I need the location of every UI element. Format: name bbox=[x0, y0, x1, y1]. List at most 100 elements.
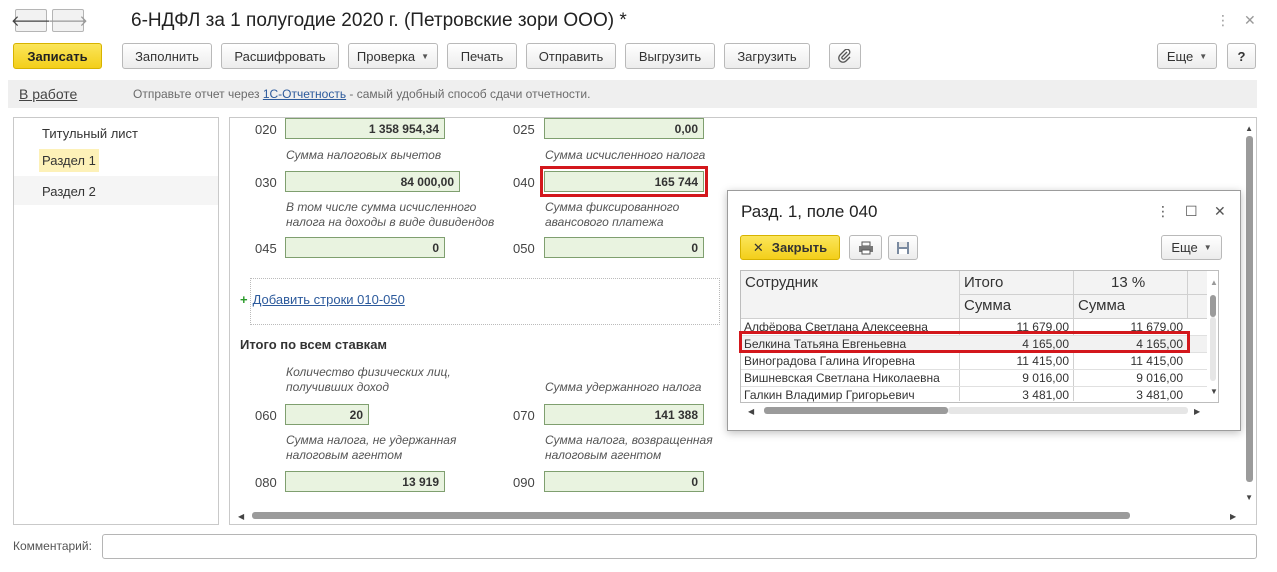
grid-horizontal-scrollbar[interactable] bbox=[764, 407, 948, 414]
close-icon[interactable]: ✕ bbox=[1214, 203, 1226, 220]
field-070[interactable]: 141 388 bbox=[544, 404, 704, 425]
arrow-left-icon: 🡐 bbox=[10, 13, 52, 30]
code-045: 045 bbox=[255, 241, 277, 256]
field-080[interactable]: 13 919 bbox=[285, 471, 445, 492]
popup-more-label: Еще bbox=[1171, 240, 1198, 255]
table-row-name[interactable]: Галкин Владимир Григорьевич bbox=[744, 388, 915, 402]
col-employee[interactable]: Сотрудник bbox=[745, 274, 818, 291]
label-050: Сумма фиксированного авансового платежа bbox=[545, 200, 680, 229]
grid-scroll-left-icon[interactable]: ◀ bbox=[748, 407, 754, 416]
more-vert-icon[interactable]: ⋮ bbox=[1156, 203, 1170, 220]
fill-button-label: Заполнить bbox=[135, 48, 199, 64]
info-text-before: Отправьте отчет через bbox=[133, 87, 263, 101]
grid-vertical-scrollbar[interactable] bbox=[1210, 295, 1216, 317]
table-row-rate13: 11 415,00 bbox=[1130, 354, 1184, 368]
info-text-after: - самый удобный способ сдачи отчетности. bbox=[346, 87, 591, 101]
window-title: 6-НДФЛ за 1 полугодие 2020 г. (Петровски… bbox=[131, 10, 627, 31]
grid-scroll-down-icon[interactable]: ▼ bbox=[1210, 387, 1218, 396]
horizontal-scrollbar[interactable] bbox=[252, 512, 1130, 519]
popup-save-button[interactable] bbox=[888, 235, 918, 260]
info-text: Отправьте отчет через 1С-Отчетность - са… bbox=[133, 87, 590, 101]
forward-button[interactable]: 🡒 bbox=[48, 9, 88, 32]
import-button-label: Загрузить bbox=[737, 48, 797, 64]
table-row-total: 11 415,00 bbox=[1016, 354, 1070, 368]
comment-label: Комментарий: bbox=[13, 539, 92, 553]
code-070: 070 bbox=[513, 408, 535, 423]
field-050[interactable]: 0 bbox=[544, 237, 704, 258]
field-045[interactable]: 0 bbox=[285, 237, 445, 258]
sidebar-item-title-page[interactable]: Титульный лист bbox=[42, 126, 138, 141]
table-row-name[interactable]: Вишневская Светлана Николаевна bbox=[744, 371, 940, 385]
table-row-total: 3 481,00 bbox=[1022, 388, 1069, 402]
caret-down-icon: ▼ bbox=[421, 51, 430, 61]
send-button-label: Отправить bbox=[538, 48, 604, 64]
grid-scroll-right-icon[interactable]: ▶ bbox=[1194, 407, 1200, 416]
scroll-down-icon[interactable]: ▼ bbox=[1245, 493, 1253, 502]
fill-button[interactable]: Заполнить bbox=[122, 43, 212, 69]
send-button[interactable]: Отправить bbox=[526, 43, 616, 69]
popup-more-button[interactable]: Еще ▼ bbox=[1161, 235, 1222, 260]
print-button[interactable]: Печать bbox=[447, 43, 517, 69]
label-040: Сумма исчисленного налога bbox=[545, 148, 706, 162]
more-button-label: Еще bbox=[1166, 48, 1194, 64]
attach-button[interactable] bbox=[829, 43, 861, 69]
comment-input[interactable] bbox=[102, 534, 1257, 559]
popup-print-button[interactable] bbox=[849, 235, 882, 260]
field-025[interactable]: 0,00 bbox=[544, 118, 704, 139]
close-x-icon: ✕ bbox=[752, 239, 764, 255]
section-title-totals: Итого по всем ставкам bbox=[240, 337, 388, 352]
field-030[interactable]: 84 000,00 bbox=[285, 171, 460, 192]
field-020[interactable]: 1 358 954,34 bbox=[285, 118, 445, 139]
scroll-right-icon[interactable]: ▶ bbox=[1230, 512, 1236, 521]
sidebar-item-section-1[interactable]: Раздел 1 bbox=[39, 149, 99, 172]
popup-close-label: Закрыть bbox=[771, 240, 828, 255]
more-button[interactable]: Еще ▼ bbox=[1157, 43, 1217, 69]
table-row-rate13: 3 481,00 bbox=[1136, 388, 1183, 402]
vertical-scrollbar[interactable] bbox=[1246, 136, 1253, 482]
col-sum-1[interactable]: Сумма bbox=[964, 297, 1011, 314]
save-button[interactable]: Записать bbox=[13, 43, 102, 69]
check-button-label: Проверка bbox=[356, 48, 416, 64]
code-090: 090 bbox=[513, 475, 535, 490]
grid-scroll-up-icon[interactable]: ▲ bbox=[1210, 278, 1218, 287]
col-rate-13[interactable]: 13 % bbox=[1111, 274, 1145, 291]
code-050: 050 bbox=[513, 241, 535, 256]
decode-button[interactable]: Расшифровать bbox=[221, 43, 339, 69]
col-total[interactable]: Итого bbox=[964, 274, 1003, 291]
export-button-label: Выгрузить bbox=[638, 48, 702, 64]
reporting-link[interactable]: 1С-Отчетность bbox=[263, 87, 346, 101]
export-button[interactable]: Выгрузить bbox=[625, 43, 715, 69]
check-button[interactable]: Проверка ▼ bbox=[348, 43, 438, 69]
row-divider bbox=[741, 369, 1207, 370]
code-080: 080 bbox=[255, 475, 277, 490]
sidebar-item-section-2[interactable]: Раздел 2 bbox=[42, 184, 96, 199]
caret-down-icon: ▼ bbox=[1199, 51, 1208, 61]
table-row-name[interactable]: Виноградова Галина Игоревна bbox=[744, 354, 915, 368]
status-link[interactable]: В работе bbox=[19, 86, 77, 102]
paperclip-icon bbox=[838, 49, 851, 63]
field-060[interactable]: 20 bbox=[285, 404, 369, 425]
label-030: Сумма налоговых вычетов bbox=[286, 148, 442, 162]
close-icon[interactable]: ✕ bbox=[1244, 12, 1256, 29]
sections-panel: Титульный лист Раздел 1 Раздел 2 bbox=[13, 117, 219, 525]
more-vert-icon[interactable]: ⋮ bbox=[1216, 12, 1230, 29]
table-row-rate13: 9 016,00 bbox=[1136, 371, 1183, 385]
scroll-left-icon[interactable]: ◀ bbox=[238, 512, 244, 521]
col-sum-2[interactable]: Сумма bbox=[1078, 297, 1125, 314]
maximize-icon[interactable]: ☐ bbox=[1185, 203, 1198, 220]
grid-horizontal-track bbox=[948, 407, 1188, 414]
popup-close-button[interactable]: ✕ Закрыть bbox=[740, 235, 840, 260]
scroll-up-icon[interactable]: ▲ bbox=[1245, 124, 1253, 133]
row-divider bbox=[741, 386, 1207, 387]
label-090: Сумма налога, возвращенная налоговым аге… bbox=[545, 433, 713, 462]
add-rows-label: Добавить строки 010-050 bbox=[252, 292, 405, 307]
back-button[interactable]: 🡐 bbox=[11, 9, 51, 32]
field-090[interactable]: 0 bbox=[544, 471, 704, 492]
import-button[interactable]: Загрузить bbox=[724, 43, 810, 69]
printer-icon bbox=[858, 241, 873, 254]
code-040: 040 bbox=[513, 175, 535, 190]
save-button-label: Записать bbox=[27, 48, 88, 64]
plus-icon: + bbox=[240, 292, 248, 307]
add-rows-link[interactable]: + Добавить строки 010-050 bbox=[240, 292, 405, 307]
help-button[interactable]: ? bbox=[1227, 43, 1256, 69]
